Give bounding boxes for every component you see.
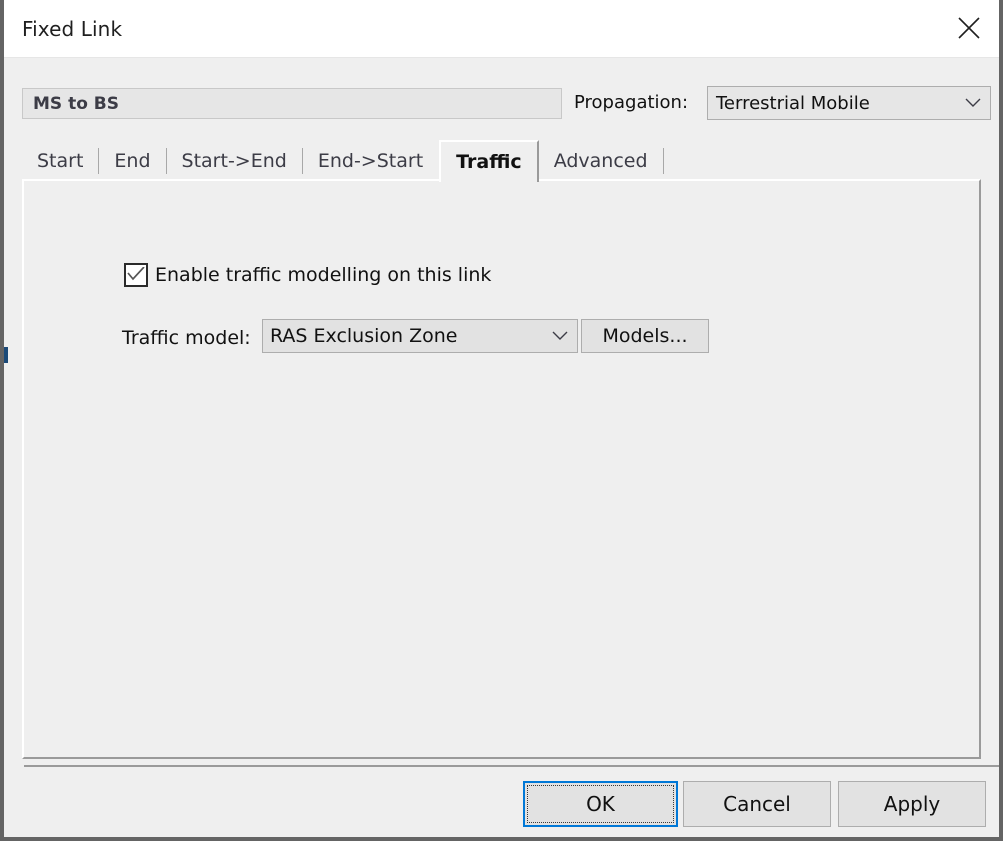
ok-button-label: OK <box>586 792 615 816</box>
tab-label: Start->End <box>181 150 287 172</box>
tab-end-to-start[interactable]: End->Start <box>303 142 438 180</box>
window-title: Fixed Link <box>22 17 123 41</box>
link-name-value: MS to BS <box>33 93 120 114</box>
propagation-label: Propagation: <box>574 92 689 113</box>
checkmark-icon <box>127 265 145 285</box>
tab-label: End->Start <box>317 150 424 172</box>
apply-button[interactable]: Apply <box>838 781 986 827</box>
tab-separator <box>662 148 664 174</box>
traffic-model-value: RAS Exclusion Zone <box>270 325 458 347</box>
enable-traffic-modelling-label: Enable traffic modelling on this link <box>155 264 492 286</box>
close-x-icon <box>956 15 982 41</box>
left-edge-indicator <box>4 347 8 363</box>
enable-traffic-modelling-row[interactable]: Enable traffic modelling on this link <box>124 263 491 287</box>
models-button[interactable]: Models... <box>581 319 709 353</box>
title-bar: Fixed Link <box>4 0 999 58</box>
tab-strip: Start End Start->End End->Start Traffic … <box>22 140 664 182</box>
close-button[interactable] <box>939 0 999 56</box>
cancel-button[interactable]: Cancel <box>683 781 831 827</box>
tab-advanced[interactable]: Advanced <box>539 142 663 180</box>
traffic-tab-panel: Enable traffic modelling on this link Tr… <box>22 179 981 759</box>
tab-start[interactable]: Start <box>22 142 98 180</box>
ok-button[interactable]: OK <box>523 781 678 827</box>
tab-traffic[interactable]: Traffic <box>439 140 539 182</box>
footer-separator <box>24 765 999 767</box>
chevron-down-icon <box>956 98 990 108</box>
tab-label: Start <box>37 150 84 172</box>
propagation-value: Terrestrial Mobile <box>716 92 870 114</box>
link-name-field[interactable]: MS to BS <box>22 88 562 119</box>
traffic-model-select[interactable]: RAS Exclusion Zone <box>262 319 578 353</box>
tab-label: End <box>114 150 151 172</box>
traffic-model-label: Traffic model: <box>122 327 251 349</box>
models-button-label: Models... <box>602 325 688 347</box>
tab-label: Advanced <box>553 150 648 172</box>
tab-end[interactable]: End <box>99 142 165 180</box>
propagation-select[interactable]: Terrestrial Mobile <box>707 86 991 120</box>
fixed-link-dialog: Fixed Link MS to BS Propagation: Terrest… <box>0 0 1003 841</box>
enable-traffic-modelling-checkbox[interactable] <box>124 263 148 287</box>
tab-label: Traffic <box>456 151 522 173</box>
chevron-down-icon <box>543 331 577 341</box>
tab-start-to-end[interactable]: Start->End <box>167 142 302 180</box>
apply-button-label: Apply <box>883 792 941 816</box>
cancel-button-label: Cancel <box>723 792 791 816</box>
